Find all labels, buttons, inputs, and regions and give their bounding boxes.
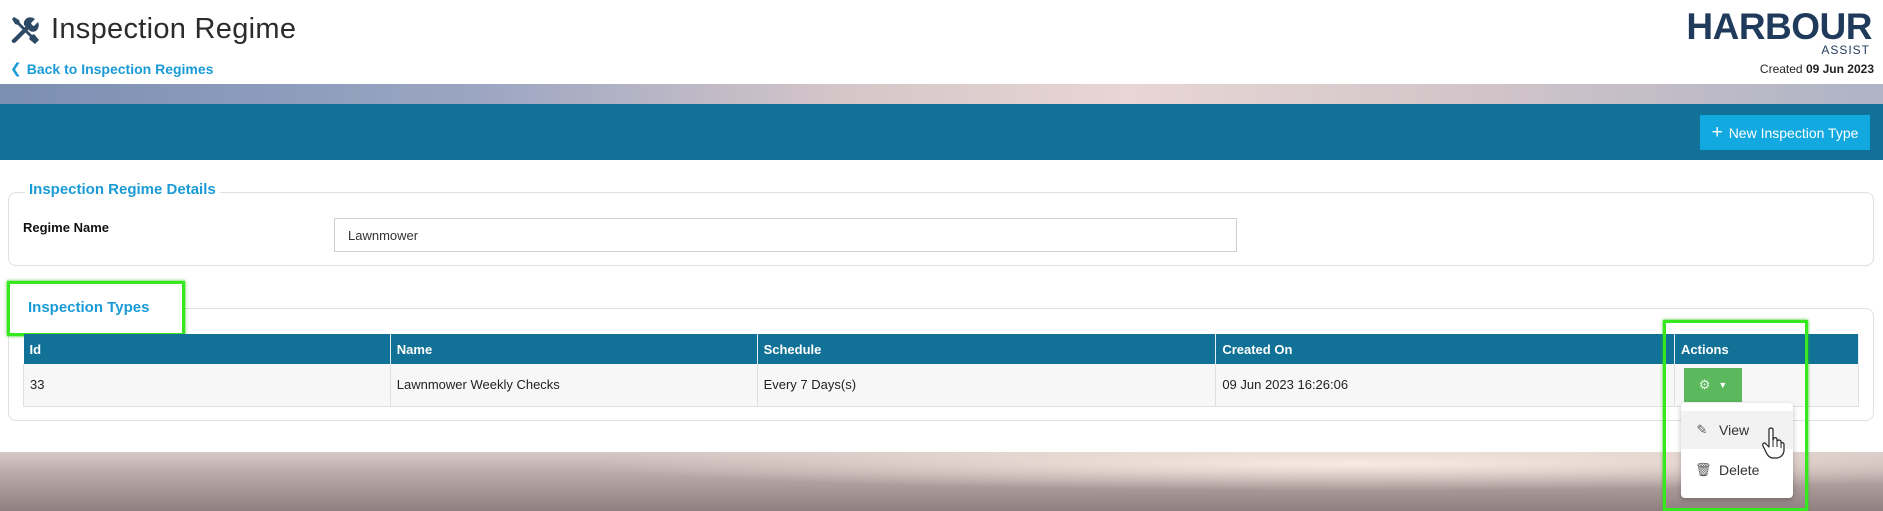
inspection-types-legend: Inspection Types: [28, 299, 150, 316]
created-label: Created: [1759, 62, 1803, 76]
hand-cursor-icon: [1762, 427, 1785, 459]
cell-id: 33: [23, 364, 391, 407]
regime-name-input[interactable]: [334, 218, 1237, 252]
chevron-left-icon: ❮: [10, 60, 22, 76]
menu-item-view-label: View: [1719, 422, 1750, 438]
table-header-row: Id Name Schedule Created On Actions: [23, 334, 1859, 364]
regime-name-label: Regime Name: [23, 220, 109, 235]
caret-down-icon: ▼: [1718, 379, 1728, 390]
column-header-actions: Actions: [1674, 334, 1859, 364]
actions-dropdown-button[interactable]: ⚙ ▼: [1684, 367, 1743, 402]
cell-actions: ⚙ ▼: [1674, 364, 1859, 407]
inspection-regime-details-legend: Inspection Regime Details: [25, 181, 220, 198]
background-sky-image: [0, 452, 1883, 511]
page-title: Inspection Regime: [51, 13, 297, 45]
content-panel: Inspection Regime Details Regime Name In…: [0, 160, 1883, 452]
plus-icon: +: [1711, 121, 1723, 143]
new-inspection-type-label: New Inspection Type: [1728, 124, 1859, 141]
column-header-schedule[interactable]: Schedule: [757, 334, 1217, 364]
cell-schedule: Every 7 Days(s): [757, 364, 1217, 407]
new-inspection-type-button[interactable]: + New Inspection Type: [1700, 115, 1870, 150]
column-header-created-on[interactable]: Created On: [1215, 334, 1676, 364]
back-to-inspection-regimes-link[interactable]: ❮ Back to Inspection Regimes: [10, 60, 213, 77]
page-header: Inspection Regime ❮ Back to Inspection R…: [0, 0, 1883, 84]
harbour-assist-logo: HARBOUR ASSIST: [1686, 4, 1872, 58]
created-date: 09 Jun 2023: [1805, 62, 1874, 76]
tools-icon: [11, 17, 39, 44]
cell-created-on: 09 Jun 2023 16:26:06: [1215, 364, 1676, 407]
trash-icon: 🗑: [1695, 462, 1712, 477]
logo-subtitle: ASSIST: [1821, 43, 1870, 57]
gears-icon: ⚙: [1698, 376, 1711, 392]
column-header-id[interactable]: Id: [23, 334, 391, 364]
column-header-name[interactable]: Name: [390, 334, 758, 364]
background-sky-strip: [0, 84, 1883, 104]
table-row: 33 Lawnmower Weekly Checks Every 7 Days(…: [23, 364, 1859, 407]
pencil-icon: ✎: [1696, 422, 1708, 437]
toolbar: + New Inspection Type: [0, 104, 1883, 160]
menu-item-delete-label: Delete: [1719, 462, 1760, 478]
created-info: Created 09 Jun 2023: [1760, 62, 1874, 76]
inspection-types-highlight: Inspection Types: [7, 281, 185, 336]
back-link-label: Back to Inspection Regimes: [26, 60, 214, 77]
cell-name: Lawnmower Weekly Checks: [390, 364, 758, 407]
inspection-types-table: Id Name Schedule Created On Actions 33 L…: [23, 334, 1859, 407]
